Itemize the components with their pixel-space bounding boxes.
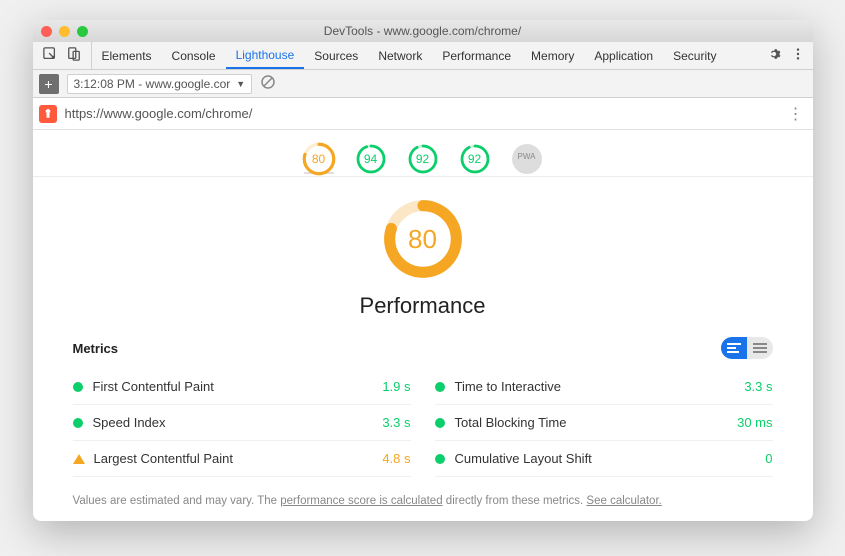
lighthouse-toolbar: + 3:12:08 PM - www.google.cor ▼ <box>33 70 813 98</box>
metric-row: Total Blocking Time 30 ms <box>435 405 773 441</box>
window-title: DevTools - www.google.com/chrome/ <box>33 24 813 38</box>
lighthouse-icon <box>39 105 57 123</box>
metric-label: Largest Contentful Paint <box>94 451 233 466</box>
gear-icon[interactable] <box>767 47 781 64</box>
metric-label: Cumulative Layout Shift <box>455 451 592 466</box>
score-gauge-3[interactable]: 92 <box>460 144 490 174</box>
new-report-button[interactable]: + <box>39 74 59 94</box>
score-calc-link[interactable]: performance score is calculated <box>280 495 442 507</box>
metric-value: 1.9 s <box>382 379 410 394</box>
performance-score: 80 <box>383 199 463 279</box>
view-compact-icon[interactable] <box>747 337 773 359</box>
metrics-heading: Metrics <box>73 341 119 356</box>
metrics-footnote: Values are estimated and may vary. The p… <box>33 487 813 521</box>
metric-label: Speed Index <box>93 415 166 430</box>
audited-url: https://www.google.com/chrome/ <box>65 106 253 121</box>
metric-row: Time to Interactive 3.3 s <box>435 369 773 405</box>
score-gauge-1[interactable]: 94 <box>356 144 386 174</box>
devtools-window: DevTools - www.google.com/chrome/ Elemen… <box>33 20 813 521</box>
metric-row: First Contentful Paint 1.9 s <box>73 369 411 405</box>
pass-icon <box>435 382 445 392</box>
metric-value: 3.3 s <box>382 415 410 430</box>
chevron-down-icon: ▼ <box>236 79 245 89</box>
score-gauge-0[interactable]: 80 <box>304 144 334 174</box>
performance-gauge: 80 <box>383 199 463 279</box>
metric-value: 30 ms <box>737 415 772 430</box>
metric-value: 4.8 s <box>382 451 410 466</box>
minimize-icon[interactable] <box>59 26 70 37</box>
close-icon[interactable] <box>41 26 52 37</box>
metric-value: 0 <box>765 451 772 466</box>
calculator-link[interactable]: See calculator. <box>586 495 661 507</box>
report-menu-icon[interactable]: ⋮ <box>788 104 803 124</box>
metric-row: Largest Contentful Paint 4.8 s <box>73 441 411 477</box>
tab-lighthouse[interactable]: Lighthouse <box>226 42 305 69</box>
clear-icon[interactable] <box>260 74 276 93</box>
report-selector-label: 3:12:08 PM - www.google.cor <box>74 77 231 91</box>
inspect-icon[interactable] <box>43 47 57 64</box>
pass-icon <box>73 382 83 392</box>
tab-memory[interactable]: Memory <box>521 42 584 69</box>
metric-label: Time to Interactive <box>455 379 561 394</box>
performance-section: 80 Performance <box>33 177 813 323</box>
kebab-icon[interactable] <box>791 47 805 64</box>
view-expanded-icon[interactable] <box>721 337 747 359</box>
pass-icon <box>435 454 445 464</box>
title-bar: DevTools - www.google.com/chrome/ <box>33 20 813 42</box>
maximize-icon[interactable] <box>77 26 88 37</box>
score-gauge-2[interactable]: 92 <box>408 144 438 174</box>
devtools-toolbar: ElementsConsoleLighthouseSourcesNetworkP… <box>33 42 813 70</box>
score-gauge-pwa[interactable]: PWA <box>512 144 542 174</box>
device-icon[interactable] <box>67 47 81 64</box>
metric-row: Cumulative Layout Shift 0 <box>435 441 773 477</box>
tab-application[interactable]: Application <box>584 42 663 69</box>
warning-icon <box>73 454 85 464</box>
window-controls <box>41 26 88 37</box>
metric-label: Total Blocking Time <box>455 415 567 430</box>
metrics-panel: Metrics First Contentful Paint 1.9 s Time … <box>33 323 813 487</box>
tab-security[interactable]: Security <box>663 42 726 69</box>
metric-value: 3.3 s <box>744 379 772 394</box>
tab-performance[interactable]: Performance <box>432 42 521 69</box>
tab-console[interactable]: Console <box>162 42 226 69</box>
pass-icon <box>435 418 445 428</box>
metrics-view-toggle[interactable] <box>721 337 773 359</box>
report-selector[interactable]: 3:12:08 PM - www.google.cor ▼ <box>67 74 253 94</box>
tab-elements[interactable]: Elements <box>92 42 162 69</box>
category-score-tabs: 80 94 92 92 PWA <box>33 130 813 177</box>
metric-label: First Contentful Paint <box>93 379 214 394</box>
category-title: Performance <box>33 293 813 319</box>
tab-network[interactable]: Network <box>368 42 432 69</box>
url-bar: https://www.google.com/chrome/ ⋮ <box>33 98 813 130</box>
tab-sources[interactable]: Sources <box>304 42 368 69</box>
metric-row: Speed Index 3.3 s <box>73 405 411 441</box>
pass-icon <box>73 418 83 428</box>
